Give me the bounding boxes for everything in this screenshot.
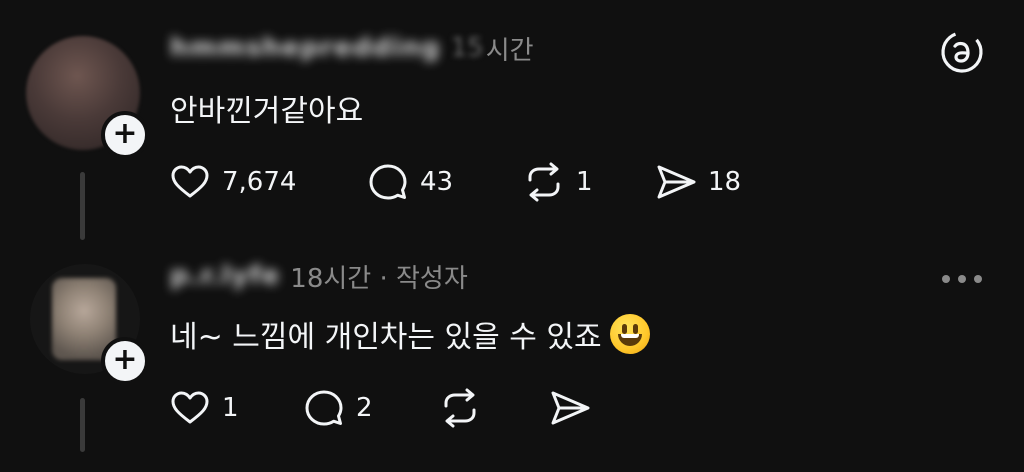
- more-horizontal-icon[interactable]: [938, 264, 986, 294]
- action-bar: 1 2: [168, 386, 608, 430]
- action-bar: 7,674 43 1 18: [168, 160, 774, 204]
- share-button[interactable]: [548, 386, 608, 430]
- repost-button[interactable]: 1: [522, 160, 654, 204]
- repost-count: 1: [576, 167, 593, 197]
- thread-line: [80, 398, 85, 452]
- follow-plus-button[interactable]: +: [101, 111, 149, 159]
- repost-icon: [444, 388, 476, 428]
- like-count: 7,674: [222, 167, 297, 197]
- post-text-content: 네~ 느낌에 개인차는 있을 수 있죠: [170, 320, 602, 355]
- like-count: 1: [222, 393, 239, 423]
- reply-button[interactable]: 43: [366, 160, 522, 204]
- plus-icon: +: [112, 115, 138, 151]
- username[interactable]: hmmshepredding: [170, 33, 441, 63]
- share-button[interactable]: 18: [654, 160, 774, 204]
- timestamp-unit: 시간: [485, 35, 534, 66]
- threads-replies-view: + hmmshepredding 15 시간 안바낀거같아요 7,674 43 …: [0, 0, 1024, 472]
- author-reply-post: + p.r.lyfe 18시간 · 작성자 네~ 느낌에 개인차는 있을 수 있…: [0, 250, 1024, 472]
- share-count: 18: [708, 167, 742, 197]
- heart-icon: [171, 165, 209, 198]
- repost-icon: [528, 162, 560, 202]
- threads-logo-icon[interactable]: [938, 28, 986, 76]
- follow-plus-button[interactable]: +: [101, 337, 149, 385]
- thread-line: [80, 172, 85, 240]
- send-icon: [657, 165, 696, 199]
- grinning-face-icon: [609, 314, 650, 354]
- reply-button[interactable]: 2: [302, 386, 438, 430]
- reply-count: 43: [420, 167, 454, 197]
- send-icon: [551, 391, 590, 425]
- comment-bubble-icon: [369, 164, 407, 200]
- post-meta: p.r.lyfe 18시간 · 작성자: [170, 258, 468, 294]
- plus-icon: +: [112, 341, 138, 377]
- username[interactable]: p.r.lyfe: [170, 261, 280, 291]
- reply-post: + hmmshepredding 15 시간 안바낀거같아요 7,674 43 …: [0, 0, 1024, 250]
- repost-button[interactable]: [438, 386, 548, 430]
- post-text: 안바낀거같아요: [170, 94, 364, 129]
- timestamp-author: 18시간 · 작성자: [290, 263, 468, 294]
- post-meta: hmmshepredding 15 시간: [170, 30, 534, 66]
- comment-bubble-icon: [305, 390, 343, 426]
- reply-count: 2: [356, 393, 373, 423]
- like-button[interactable]: 1: [168, 386, 302, 430]
- like-button[interactable]: 7,674: [168, 160, 366, 204]
- heart-icon: [171, 391, 209, 424]
- post-text: 네~ 느낌에 개인차는 있을 수 있죠: [170, 312, 650, 356]
- timestamp-number: 15: [450, 33, 484, 63]
